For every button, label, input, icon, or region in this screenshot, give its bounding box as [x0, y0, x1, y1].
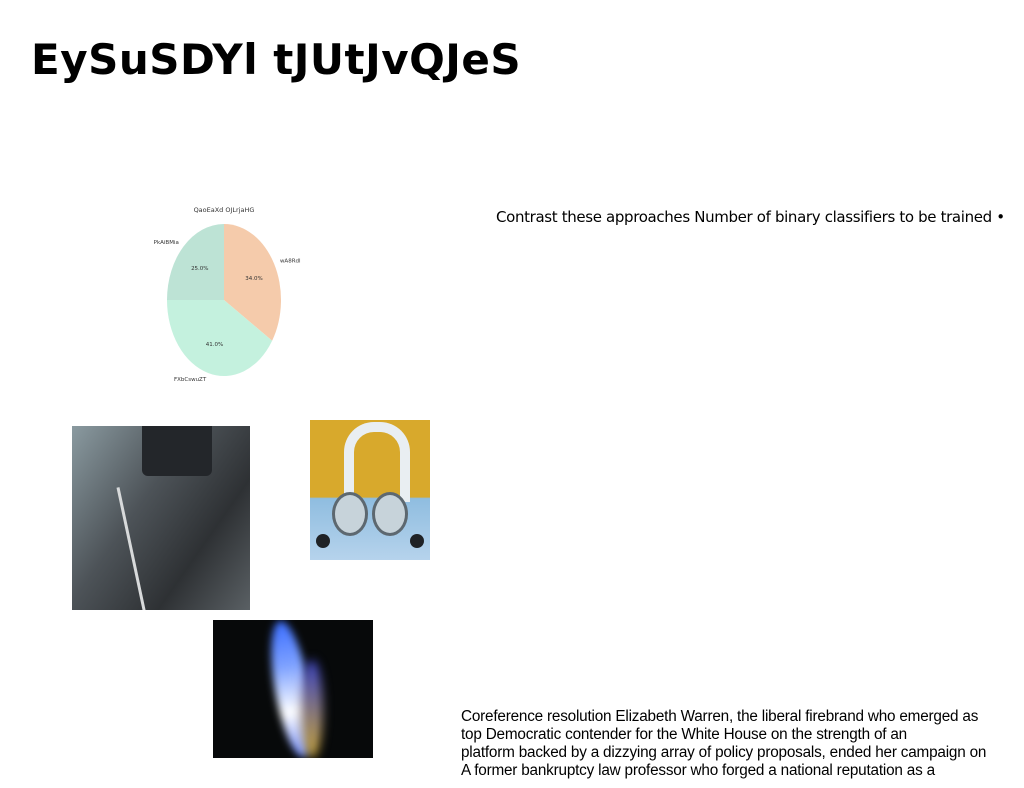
slice-percent-label: 25.0%: [191, 266, 208, 272]
side-text: Contrast these approaches Number of bina…: [496, 208, 1005, 226]
pie-slices: [167, 224, 281, 376]
pie-chart: QaoEaXd OJLrjaHG 34.0% wA8Rdl 41.0% FXbCswu…: [154, 206, 301, 383]
body-text: Coreference resolution Elizabeth Warren,…: [461, 708, 986, 780]
flame-photo: [213, 620, 373, 758]
slice-category-label: PkAiBMia: [154, 240, 179, 246]
slice-percent-label: 34.0%: [245, 276, 262, 282]
pie-slice: [167, 224, 224, 300]
body-line: Coreference resolution Elizabeth Warren,…: [461, 708, 979, 725]
slice-percent-label: 41.0%: [206, 342, 223, 348]
body-line: A former bankruptcy law professor who fo…: [461, 762, 935, 779]
slice-category-label: FXbCswuZT: [174, 377, 207, 383]
chart-title: QaoEaXd OJLrjaHG: [194, 206, 255, 214]
road-photo: [72, 426, 250, 610]
page-title: EySuSDYl tJUtJvQJeS: [31, 35, 522, 84]
body-line: top Democratic contender for the White H…: [461, 726, 907, 743]
body-line: platform backed by a dizzying array of p…: [461, 744, 987, 761]
robot-photo: [310, 420, 430, 560]
slice-category-label: wA8Rdl: [280, 258, 301, 264]
